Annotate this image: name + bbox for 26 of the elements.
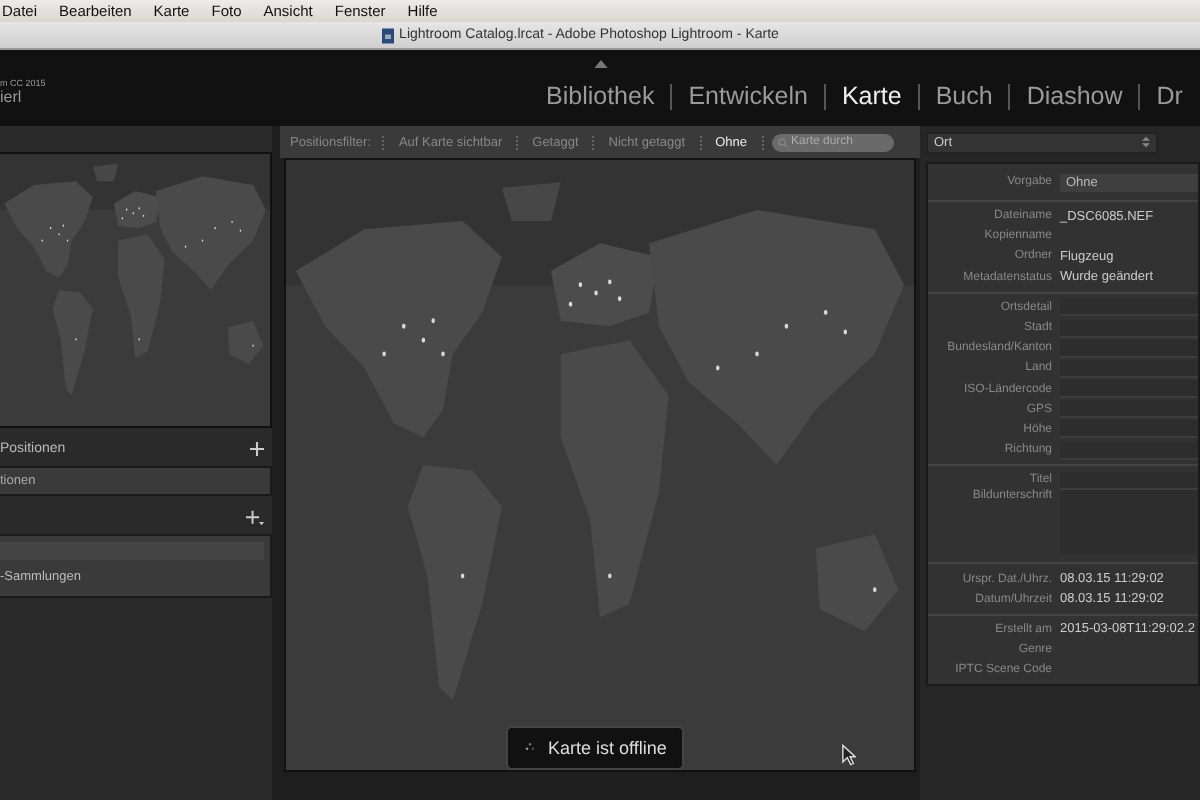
search-icon <box>777 137 787 147</box>
metadata-input[interactable] <box>1060 471 1198 490</box>
module-tab[interactable]: Dr <box>1138 84 1199 110</box>
metadata-input[interactable] <box>1060 400 1198 419</box>
caption-input[interactable] <box>1060 490 1198 555</box>
metadata-input[interactable] <box>1060 359 1198 378</box>
mouse-pointer-icon <box>842 744 856 766</box>
plus-menu-icon[interactable] <box>246 509 264 525</box>
identity-plate-name: ierl <box>0 88 24 106</box>
collapse-arrow-icon[interactable] <box>594 60 608 68</box>
document-icon <box>381 27 394 43</box>
plus-icon[interactable] <box>250 442 264 456</box>
metadata-input[interactable] <box>1060 298 1198 317</box>
metadata-input[interactable] <box>1060 380 1198 399</box>
loading-spinner-icon <box>524 742 536 754</box>
stepper-arrows-icon <box>1142 136 1150 148</box>
module-tab[interactable]: Buch <box>917 84 1009 110</box>
module-tab[interactable]: Bibliothek <box>530 84 671 110</box>
metadata-input[interactable] <box>1060 441 1198 460</box>
metadata-input[interactable] <box>1060 319 1198 338</box>
module-tab[interactable]: Karte <box>823 84 918 110</box>
offline-message: Karte ist offline <box>548 738 667 758</box>
module-tab[interactable]: Entwickeln <box>670 84 824 110</box>
module-tab[interactable]: Diashow <box>1008 84 1139 110</box>
metadata-input[interactable] <box>1060 420 1198 439</box>
metadata-input[interactable] <box>1060 339 1198 358</box>
